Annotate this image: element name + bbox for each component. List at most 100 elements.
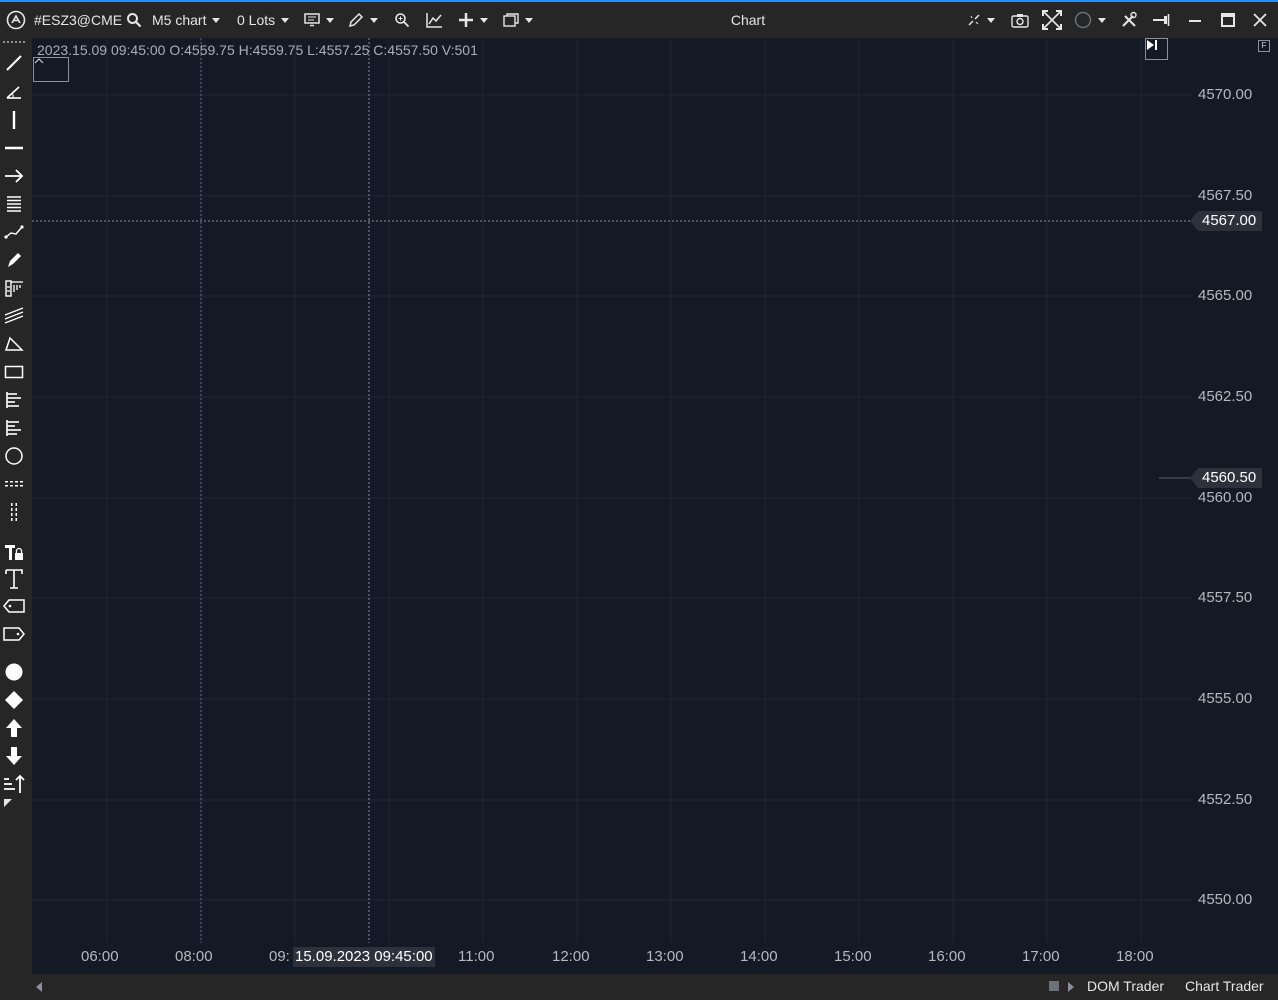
horizontal-line-icon[interactable] [2, 137, 26, 159]
chevron-down-icon [326, 17, 334, 23]
chevron-down-icon [525, 17, 533, 23]
chart-area[interactable]: 2023.15.09 09:45:00 O:4559.75 H:4559.75 … [32, 38, 1278, 974]
y-axis-label: 4552.50 [1198, 791, 1253, 808]
y-axis-label: 4560.00 [1198, 489, 1253, 506]
x-axis-label: 15:00 [834, 948, 872, 965]
channel-lines-icon[interactable] [2, 193, 26, 215]
vertical-dots-icon[interactable] [2, 501, 26, 523]
arrow-up-icon[interactable] [2, 717, 26, 739]
add-dropdown[interactable] [458, 2, 488, 38]
scroll-left-icon[interactable] [36, 982, 42, 992]
text-icon[interactable] [2, 568, 26, 590]
pin-icon[interactable] [1152, 2, 1170, 38]
last-price-tag: 4560.50 [1189, 468, 1263, 488]
camera-icon[interactable] [1011, 2, 1029, 38]
angle-line-icon[interactable] [2, 81, 26, 103]
chart-type-dropdown[interactable] [304, 2, 334, 38]
x-axis-label: 06:00 [81, 948, 119, 965]
text-lock-icon[interactable] [2, 541, 26, 563]
search-icon[interactable] [126, 2, 142, 38]
lots-dropdown[interactable]: 0 Lots [237, 2, 290, 38]
circle-marker-icon[interactable] [2, 661, 26, 683]
y-axis-label: 4550.00 [1198, 891, 1253, 908]
y-axis-label: 4562.50 [1198, 388, 1253, 405]
grip-icon[interactable] [2, 38, 26, 46]
arrow-down-icon[interactable] [2, 745, 26, 767]
fibonacci-extension-icon[interactable] [2, 417, 26, 439]
chevron-down-icon [480, 17, 488, 23]
tools-icon[interactable] [1120, 2, 1138, 38]
chevron-up-icon [34, 58, 44, 64]
tab-dom-trader[interactable]: DOM Trader [1087, 974, 1164, 998]
draw-tool-dropdown[interactable] [348, 2, 378, 38]
x-axis-label: 17:00 [1022, 948, 1060, 965]
unlink-icon [968, 14, 980, 26]
chevron-down-icon [370, 17, 378, 23]
y-axis-label: 4555.00 [1198, 690, 1253, 707]
chevron-down-icon [987, 17, 995, 23]
diamond-marker-icon[interactable] [2, 689, 26, 711]
price-label-left-icon[interactable] [2, 595, 26, 617]
skip-to-end-icon [1147, 40, 1157, 50]
indicator-icon[interactable] [425, 2, 443, 38]
window-layout-dropdown[interactable] [503, 2, 533, 38]
sort-ascending-icon[interactable] [2, 773, 26, 795]
zoom-icon[interactable] [394, 2, 410, 38]
more-tools-icon[interactable] [2, 798, 26, 810]
x-axis-label: 11:00 [458, 948, 495, 965]
gann-tool-icon[interactable] [2, 277, 26, 299]
trend-line-icon[interactable] [2, 52, 26, 74]
timeframe-dropdown[interactable]: M5 chart [152, 2, 221, 38]
x-axis-label: 08:00 [175, 948, 213, 965]
tab-chart-trader[interactable]: Chart Trader [1185, 974, 1264, 998]
close-icon[interactable] [1253, 2, 1267, 38]
x-axis-label: 18:00 [1116, 948, 1154, 965]
rectangle-icon[interactable] [2, 361, 26, 383]
crosshair-price-tag: 4567.00 [1189, 211, 1263, 231]
bottom-bar: DOM Trader Chart Trader [0, 974, 1278, 1000]
triangle-icon[interactable] [2, 333, 26, 355]
x-axis-label: 09: [269, 948, 290, 965]
timeframe-label: M5 chart [152, 12, 207, 28]
window-layout-icon [503, 13, 519, 27]
fibonacci-retracement-icon[interactable] [2, 389, 26, 411]
x-axis-label: 12:00 [552, 948, 590, 965]
price-label-right-icon[interactable] [2, 623, 26, 645]
title-bar: #ESZ3@CME M5 chart 0 Lots Chart [0, 0, 1278, 38]
color-circle-dropdown[interactable] [1074, 2, 1106, 38]
maximize-icon[interactable] [1221, 2, 1235, 38]
ellipse-icon[interactable] [2, 445, 26, 467]
chevron-down-icon [1098, 17, 1106, 23]
crosshair-time-tag: 15.09.2023 09:45:00 [293, 947, 435, 967]
y-axis-label: 4567.50 [1198, 187, 1253, 204]
chart-canvas[interactable] [32, 38, 1278, 974]
link-dropdown[interactable] [967, 2, 995, 38]
scroll-to-end-button[interactable] [1145, 38, 1168, 60]
fullscreen-icon[interactable] [1042, 2, 1062, 38]
lots-label: 0 Lots [237, 12, 276, 28]
symbol-label[interactable]: #ESZ3@CME [34, 2, 122, 38]
y-axis-label: 4565.00 [1198, 287, 1253, 304]
horizontal-dots-icon[interactable] [2, 473, 26, 495]
polyline-icon[interactable] [2, 221, 26, 243]
monitor-icon [304, 13, 320, 27]
collapse-button[interactable] [33, 57, 69, 82]
minimize-icon[interactable] [1188, 2, 1202, 38]
f-toggle-button[interactable]: F [1258, 40, 1270, 52]
window-title: Chart [730, 12, 766, 28]
brush-icon[interactable] [2, 249, 26, 271]
scroll-right-icon[interactable] [1068, 982, 1074, 992]
app-logo-icon[interactable] [6, 2, 26, 38]
scrollbar-thumb[interactable] [1049, 981, 1059, 991]
drawing-toolbar [0, 38, 32, 1000]
ohlc-info: 2023.15.09 09:45:00 O:4559.75 H:4559.75 … [37, 42, 478, 58]
y-axis-label: 4557.50 [1198, 589, 1253, 606]
chevron-down-icon [281, 17, 290, 23]
pencil-icon [348, 12, 364, 28]
vertical-line-icon[interactable] [2, 109, 26, 131]
ray-arrow-icon[interactable] [2, 165, 26, 187]
parallel-channel-icon[interactable] [2, 305, 26, 327]
x-axis-label: 16:00 [928, 948, 966, 965]
x-axis-label: 13:00 [646, 948, 684, 965]
plus-icon [459, 13, 473, 27]
